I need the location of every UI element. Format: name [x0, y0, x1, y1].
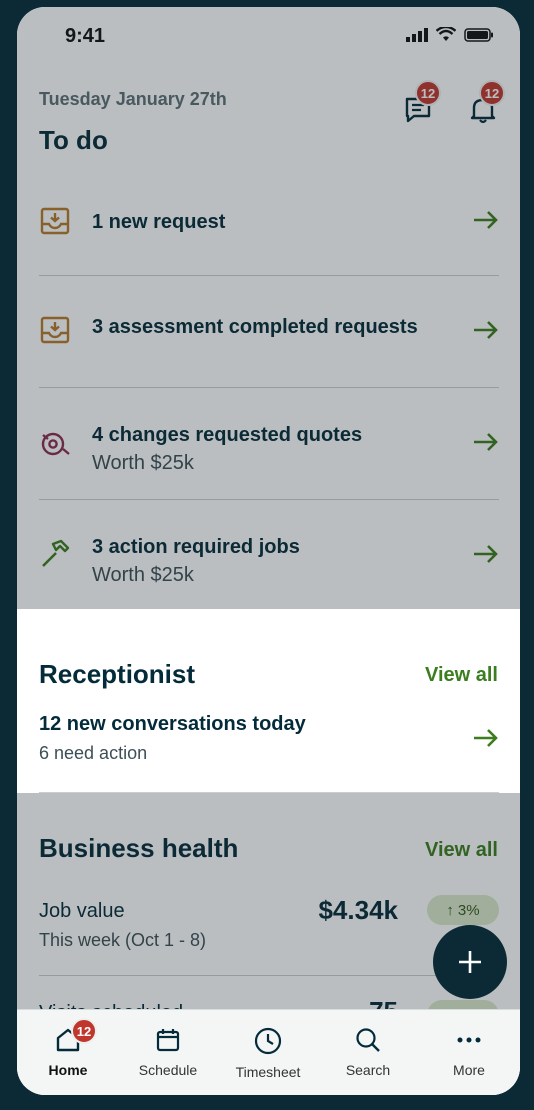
receptionist-title: Receptionist [39, 659, 196, 689]
calendar-icon [156, 1029, 180, 1052]
quote-target-icon [41, 432, 70, 456]
arrow-right-icon [474, 545, 498, 563]
receptionist-conversations-row[interactable]: 12 new conversations today 6 need action [39, 713, 499, 765]
status-time: 9:41 [65, 25, 106, 47]
arrow-right-icon [474, 729, 498, 747]
todo-title: 1 new request [92, 211, 226, 233]
arrow-right-icon [474, 211, 498, 229]
todo-item-assessment-completed[interactable]: 3 assessment completed requests [39, 276, 499, 388]
clock-icon [254, 1027, 282, 1055]
search-icon [356, 1028, 380, 1052]
todo-item-new-request[interactable]: 1 new request [39, 177, 499, 276]
receptionist-view-all-link[interactable]: View all [425, 664, 498, 687]
wifi-icon [436, 27, 456, 41]
nav-label: Timesheet [235, 1064, 301, 1080]
nav-label: Schedule [138, 1062, 198, 1078]
divider [39, 975, 439, 976]
nav-search[interactable]: Search [323, 1026, 413, 1078]
business-health-title: Business health [39, 833, 239, 863]
messages-badge: 12 [415, 80, 441, 106]
divider [39, 792, 499, 793]
metric-period: This week (Oct 1 - 8) [39, 930, 207, 950]
messages-button[interactable]: 12 [403, 80, 441, 125]
status-icons [406, 27, 494, 42]
home-badge: 12 [71, 1018, 97, 1044]
todo-title: 3 action required jobs [92, 536, 300, 558]
current-date: Tuesday January 27th [39, 89, 227, 109]
nav-label: More [453, 1062, 485, 1078]
create-fab-button[interactable] [433, 925, 507, 999]
business-health-view-all-link[interactable]: View all [425, 839, 498, 862]
plus-icon [459, 951, 481, 973]
phone-screen: 9:41 Tuesday January 27th To do 12 12 1 … [17, 7, 520, 1095]
arrow-right-icon [474, 433, 498, 451]
nav-timesheet[interactable]: Timesheet [223, 1026, 313, 1080]
receptionist-subtext: 6 need action [39, 743, 148, 763]
todo-item-changes-requested[interactable]: 4 changes requested quotes Worth $25k [39, 388, 499, 500]
inbox-download-icon [40, 316, 70, 344]
nav-label: Search [345, 1062, 391, 1078]
cellular-signal-icon [406, 27, 428, 42]
notifications-badge: 12 [479, 80, 505, 106]
metric-label: Job value [39, 900, 125, 922]
arrow-right-icon [474, 321, 498, 339]
todo-subtitle: Worth $25k [92, 452, 194, 474]
home-screen: 9:41 Tuesday January 27th To do 12 12 1 … [17, 7, 520, 1095]
notifications-button[interactable]: 12 [469, 80, 505, 125]
todo-title: 3 assessment completed requests [92, 316, 418, 338]
todo-title: 4 changes requested quotes [92, 424, 363, 446]
more-dots-icon [457, 1037, 481, 1043]
todo-item-action-required-jobs[interactable]: 3 action required jobs Worth $25k [39, 500, 499, 610]
battery-icon [464, 27, 493, 42]
bottom-navigation: 12 Home Schedule Timesheet Search More [17, 1009, 520, 1095]
arrow-up-icon: ↑ [446, 901, 454, 919]
nav-more[interactable]: More [424, 1026, 514, 1078]
metric-value: $4.34k [318, 895, 398, 925]
todo-subtitle: Worth $25k [92, 564, 194, 586]
nav-label: Home [48, 1062, 88, 1078]
page-title: To do [39, 125, 108, 155]
receptionist-headline: 12 new conversations today [39, 713, 306, 735]
hammer-icon [42, 539, 70, 567]
inbox-download-icon [40, 207, 70, 235]
change-badge: ↑ 3% [427, 895, 499, 925]
nav-home[interactable]: 12 Home [23, 1018, 113, 1078]
change-value: 3% [457, 901, 480, 919]
nav-schedule[interactable]: Schedule [123, 1026, 213, 1078]
receptionist-card: Receptionist View all 12 new conversatio… [17, 609, 520, 793]
